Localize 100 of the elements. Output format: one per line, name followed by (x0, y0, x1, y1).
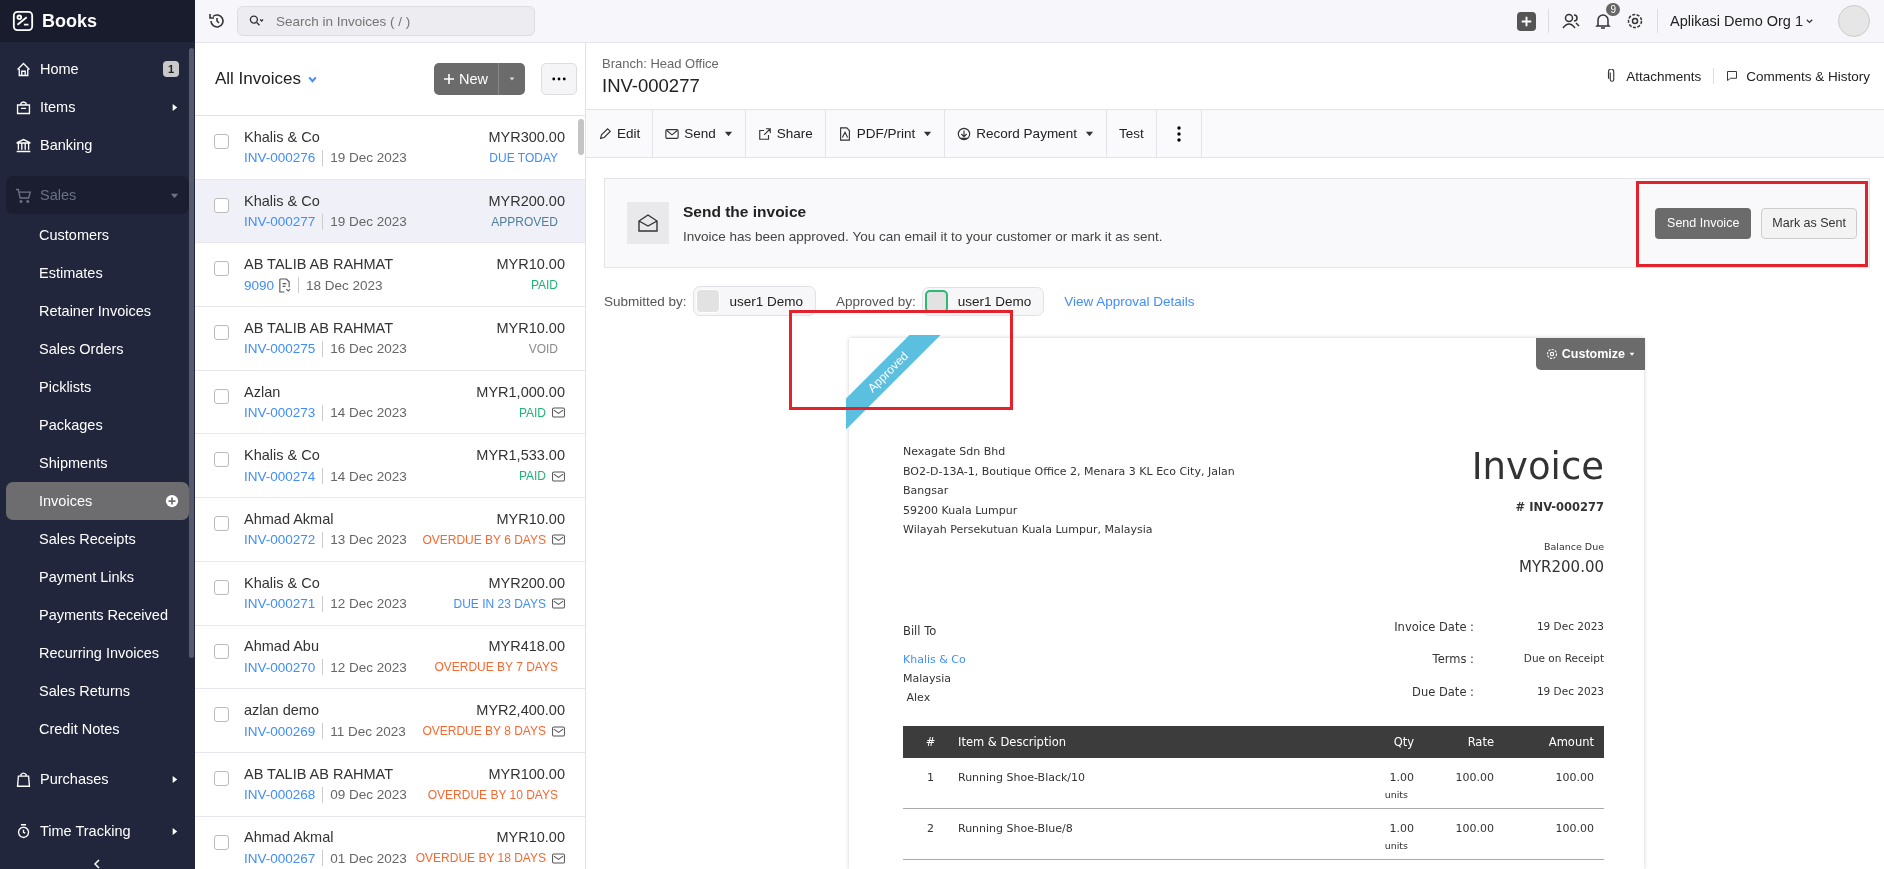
nav-item[interactable]: Sales Returns (6, 672, 189, 710)
branch-label: Branch: Head Office (602, 55, 719, 71)
scrollbar[interactable] (189, 48, 194, 658)
checkbox[interactable] (214, 325, 229, 341)
invoice-status: PAID (518, 405, 546, 420)
invoice-row[interactable]: Ahmad Akmal MYR10.00 INV-000272 13 Dec 2023 OVERDUE BY 6 DAYS (195, 498, 585, 562)
nav-item[interactable]: Home 1 (6, 50, 189, 88)
history-icon[interactable] (207, 11, 227, 31)
caret-icon (170, 826, 179, 836)
checkbox[interactable] (214, 388, 229, 404)
checkbox[interactable] (214, 643, 229, 659)
invoice-row[interactable]: Khalis & Co MYR200.00 INV-000277 19 Dec 2023 APPROVED (195, 179, 585, 244)
caret-icon (508, 75, 516, 83)
add-icon[interactable] (165, 494, 179, 508)
checkbox[interactable] (214, 197, 229, 213)
new-button[interactable]: New (434, 63, 498, 95)
table-cell-text: 100.00 (1454, 822, 1494, 835)
invoice-status: OVERDUE BY 10 DAYS (427, 787, 558, 802)
company-address-line: 59200 Kuala Lumpur (903, 502, 1019, 519)
invoice-amount: MYR10.00 (496, 256, 565, 273)
invoice-row[interactable]: AB TALIB AB RAHMAT MYR100.00 INV-000268 09 Dec 2023 OVERDUE BY 10 DAYS (195, 752, 585, 817)
nav-item[interactable]: Invoices (6, 482, 189, 520)
add-icon[interactable] (1517, 11, 1537, 31)
invoice-date: 12 Dec 2023 (330, 596, 407, 612)
banner-title: Send the invoice (683, 202, 808, 221)
invoice-row[interactable]: AB TALIB AB RAHMAT MYR10.00 9090 18 Dec 2023 PAID (195, 243, 585, 308)
search-field[interactable]: Search in Invoices ( / ) (237, 6, 535, 36)
nav-item[interactable]: Packages (6, 406, 189, 444)
nav-item[interactable]: Shipments (6, 444, 189, 482)
dropdown-button[interactable] (498, 63, 525, 95)
comments-link[interactable]: Comments & History (1726, 68, 1870, 84)
nav-item[interactable]: Credit Notes (6, 710, 189, 748)
scrollbar[interactable] (578, 119, 584, 155)
invoice-row[interactable]: Khalis & Co MYR200.00 INV-000271 12 Dec 2023 DUE IN 23 DAYS (195, 561, 585, 626)
send-invoice-button[interactable]: Send Invoice (1655, 207, 1752, 239)
invoice-amount: MYR2,400.00 (476, 702, 565, 719)
invoice-row[interactable]: azlan demo MYR2,400.00 INV-000269 11 Dec 2023 OVERDUE BY 8 DAYS (195, 689, 585, 753)
list-title[interactable]: All Invoices (215, 69, 301, 89)
nav-item[interactable]: Recurring Invoices (6, 634, 189, 672)
invoice-row[interactable]: Ahmad Akmal MYR10.00 INV-000267 01 Dec 2023 OVERDUE BY 18 DAYS (195, 816, 585, 869)
invoice-row[interactable]: AB TALIB AB RAHMAT MYR10.00 INV-000275 16 Dec 2023 VOID (195, 307, 585, 371)
nav-item[interactable]: Sales Receipts (6, 520, 189, 558)
toolbar-button[interactable]: Test (1106, 110, 1157, 157)
toolbar-button[interactable]: Send (653, 110, 746, 157)
invoice-row[interactable]: Khalis & Co MYR1,533.00 INV-000274 14 Dec 2023 PAID (195, 434, 585, 499)
checkbox[interactable] (214, 134, 229, 149)
nav-item[interactable]: Estimates (6, 254, 189, 292)
invoice-date: 01 Dec 2023 (330, 850, 407, 866)
nav-item[interactable]: Payment Links (6, 558, 189, 596)
company-address-line: Wilayah Persekutuan Kuala Lumpur, Malaysia (903, 522, 1154, 538)
toolbar-button[interactable]: Share (745, 110, 826, 157)
invoice-date: 11 Dec 2023 (330, 723, 406, 739)
invoice-date: 19 Dec 2023 (330, 150, 407, 166)
table-cell-text: 100.00 (1554, 771, 1595, 784)
invoice-date: 12 Dec 2023 (330, 659, 407, 675)
toolbar-button[interactable]: Edit (586, 110, 654, 157)
table-cell-text: Running Shoe-Black/10 (958, 771, 1087, 784)
document-title: Invoice (1471, 446, 1604, 488)
users-icon[interactable] (1561, 11, 1582, 31)
caret-icon (1629, 351, 1635, 357)
chevron-down-icon[interactable] (1805, 16, 1814, 26)
checkbox[interactable] (214, 516, 229, 532)
table-cell-text: 2 (926, 822, 935, 835)
checkbox[interactable] (214, 452, 229, 468)
customer-name: AB TALIB AB RAHMAT (244, 256, 394, 273)
more-button[interactable] (541, 63, 577, 95)
nav-item[interactable]: Time Tracking (6, 812, 189, 850)
checkbox[interactable] (214, 770, 229, 786)
document-icon (837, 126, 852, 141)
invoice-amount: MYR300.00 (488, 128, 565, 145)
chevron-icon[interactable] (92, 859, 102, 869)
toolbar-button[interactable]: Record Payment (945, 110, 1107, 157)
nav-item[interactable]: Retainer Invoices (6, 292, 189, 330)
nav-item[interactable]: Picklists (6, 368, 189, 406)
customer-name: Azlan (244, 383, 281, 400)
attachments-link[interactable]: Attachments (1606, 68, 1702, 84)
invoice-row[interactable]: Azlan MYR1,000.00 INV-000273 14 Dec 2023 PAID (195, 370, 585, 435)
nav-item[interactable]: Payments Received (6, 596, 189, 634)
organization-menu[interactable]: Aplikasi Demo Org 1 (1670, 13, 1803, 29)
checkbox[interactable] (214, 834, 229, 850)
toolbar-button[interactable]: PDF/Print (825, 110, 946, 157)
checkbox[interactable] (214, 579, 229, 595)
invoice-row[interactable]: Ahmad Abu MYR418.00 INV-000270 12 Dec 2023 OVERDUE BY 7 DAYS (195, 625, 585, 690)
checkbox[interactable] (214, 261, 229, 277)
banner-message: Invoice has been approved. You can email it to your customer or mark it as sent. (683, 228, 1164, 244)
nav-item[interactable]: Items (6, 88, 189, 126)
nav-item[interactable]: Banking (6, 126, 189, 164)
speech-bubble-icon (1726, 69, 1739, 83)
checkbox[interactable] (214, 707, 229, 723)
invoice-title: INV-000277 (602, 74, 701, 97)
nav-item[interactable]: Sales Orders (6, 330, 189, 368)
avatar[interactable] (1838, 5, 1870, 37)
company-address-line: Bangsar (903, 483, 950, 499)
customize-button[interactable]: Customize (1535, 338, 1645, 370)
bill-to-line: Alex (905, 691, 932, 704)
mark-as-sent-button[interactable]: Mark as Sent (1761, 207, 1857, 239)
bell-icon[interactable] (1593, 11, 1614, 31)
nav-item[interactable]: Purchases (6, 760, 189, 798)
invoice-amount: MYR10.00 (496, 319, 565, 336)
nav-item[interactable]: Customers (6, 216, 189, 254)
